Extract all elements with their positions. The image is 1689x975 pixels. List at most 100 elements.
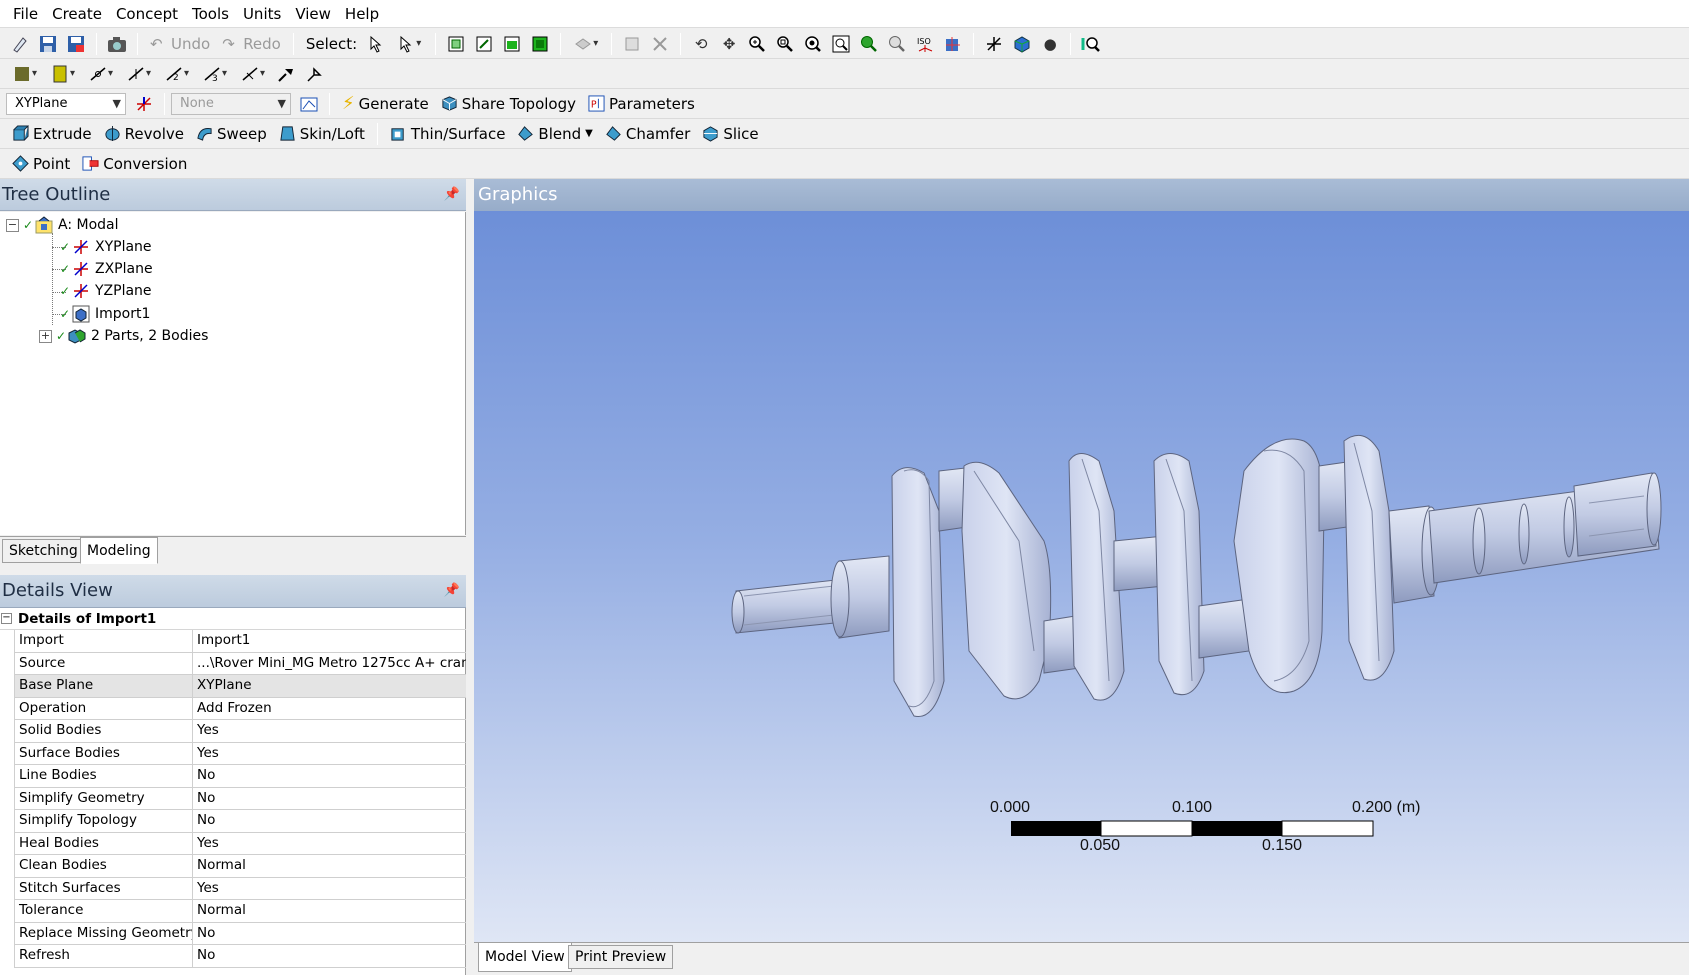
menu-help[interactable]: Help <box>338 0 386 28</box>
box-select-icon[interactable] <box>620 32 644 56</box>
details-row[interactable]: Solid Bodies Yes <box>14 720 466 743</box>
zoom-out-icon[interactable] <box>885 32 909 56</box>
details-row[interactable]: Heal Bodies Yes <box>14 832 466 855</box>
collapse-toggle-icon[interactable]: − <box>1 613 12 624</box>
tree-item-yzplane[interactable]: ✓ YZPlane <box>60 280 152 302</box>
details-row[interactable]: Surface Bodies Yes <box>14 742 466 765</box>
rotate-icon[interactable]: ⟲ <box>689 32 713 56</box>
details-row[interactable]: Replace Missing Geometry No <box>14 922 466 945</box>
zoom-icon[interactable] <box>745 32 769 56</box>
menu-create[interactable]: Create <box>45 0 109 28</box>
details-group-header[interactable]: − Details of Import1 <box>0 608 466 630</box>
extrude-button[interactable]: Extrude <box>6 121 98 147</box>
details-row-value[interactable]: Yes <box>193 878 466 900</box>
menu-file[interactable]: File <box>6 0 45 28</box>
save-icon[interactable] <box>36 32 60 56</box>
camera-icon[interactable] <box>105 32 129 56</box>
zoom-window-icon[interactable] <box>829 32 853 56</box>
point-button[interactable]: Point <box>6 151 76 177</box>
select-bodies-icon[interactable] <box>528 32 552 56</box>
collapse-toggle-icon[interactable]: − <box>6 218 19 232</box>
details-row[interactable]: Source ...\Rover Mini_MG Metro 1275cc A+ … <box>14 652 466 675</box>
menu-view[interactable]: View <box>288 0 338 28</box>
details-row[interactable]: Refresh No <box>14 945 466 968</box>
line-tool-2-dropdown[interactable] <box>122 62 156 86</box>
sketch-select[interactable]: None ▼ <box>171 92 291 115</box>
tab-modeling[interactable]: Modeling <box>80 537 158 564</box>
line-tool-3-dropdown[interactable]: 2 <box>160 62 194 86</box>
details-row-value[interactable]: Yes <box>193 720 466 742</box>
skin-loft-button[interactable]: Skin/Loft <box>273 121 371 147</box>
generate-button[interactable]: ⚡ Generate <box>336 91 435 117</box>
expand-toggle-icon[interactable]: + <box>39 329 52 343</box>
box-zoom-icon[interactable] <box>773 32 797 56</box>
point-dot-icon[interactable]: ● <box>1038 32 1062 56</box>
line-tool-1-dropdown[interactable] <box>84 62 118 86</box>
details-row[interactable]: Stitch Surfaces Yes <box>14 877 466 900</box>
tree-item-xyplane[interactable]: ✓ XYPlane <box>60 236 152 258</box>
select-mode-icon[interactable] <box>365 32 389 56</box>
menu-tools[interactable]: Tools <box>185 0 236 28</box>
details-row[interactable]: Import Import1 <box>14 630 466 653</box>
plane-select[interactable]: XYPlane ▼ <box>6 92 126 115</box>
thin-surface-button[interactable]: Thin/Surface <box>384 121 512 147</box>
slice-button[interactable]: Slice <box>696 121 764 147</box>
flag-tool-icon[interactable] <box>302 62 326 86</box>
details-row[interactable]: Simplify Topology No <box>14 810 466 833</box>
details-row-value[interactable]: ...\Rover Mini_MG Metro 1275cc A+ crank: <box>193 653 466 675</box>
revolve-button[interactable]: Revolve <box>98 121 190 147</box>
details-row-value[interactable]: No <box>193 765 466 787</box>
pin-tool-icon[interactable] <box>274 62 298 86</box>
details-row[interactable]: Simplify Geometry No <box>14 787 466 810</box>
details-row-value[interactable]: Yes <box>193 833 466 855</box>
sweep-button[interactable]: Sweep <box>190 121 273 147</box>
tree-item-parts-bodies[interactable]: + ✓ 2 Parts, 2 Bodies <box>39 325 208 347</box>
select-type-dropdown[interactable] <box>393 32 427 56</box>
save-as-icon[interactable] <box>64 32 88 56</box>
redo-button[interactable]: ↷ Redo <box>216 31 287 57</box>
triad-icon[interactable] <box>982 32 1006 56</box>
extend-selection-dropdown[interactable] <box>569 32 603 56</box>
display-model-icon[interactable] <box>1010 32 1034 56</box>
select-edges-icon[interactable] <box>472 32 496 56</box>
line-tool-4-dropdown[interactable]: 3 <box>198 62 232 86</box>
tab-sketching[interactable]: Sketching <box>2 539 85 563</box>
edge-color-dropdown[interactable] <box>46 62 80 86</box>
details-row[interactable]: Line Bodies No <box>14 765 466 788</box>
details-row[interactable]: Clean Bodies Normal <box>14 855 466 878</box>
share-topology-button[interactable]: Share Topology <box>435 91 582 117</box>
iso-view-icon[interactable]: ISO <box>913 32 937 56</box>
panel-splitter[interactable] <box>466 179 474 975</box>
chamfer-button[interactable]: Chamfer <box>599 121 696 147</box>
zoom-fit-icon[interactable] <box>801 32 825 56</box>
details-row-value[interactable]: No <box>193 945 466 967</box>
tree-item-zxplane[interactable]: ✓ ZXPlane <box>60 258 153 280</box>
display-plane-icon[interactable] <box>941 32 965 56</box>
pan-icon[interactable]: ✥ <box>717 32 741 56</box>
face-color-dropdown[interactable] <box>8 62 42 86</box>
details-row-value[interactable]: XYPlane <box>193 675 466 697</box>
line-tool-5-dropdown[interactable] <box>236 62 270 86</box>
graphics-viewport[interactable]: 0.000 0.100 0.200 (m) 0.050 0.150 <box>474 211 1689 942</box>
parameters-button[interactable]: P Parameters <box>582 91 701 117</box>
tab-print-preview[interactable]: Print Preview <box>568 945 674 969</box>
details-row-value[interactable]: No <box>193 923 466 945</box>
zoom-in-icon[interactable] <box>857 32 881 56</box>
details-row-value[interactable]: Normal <box>193 900 466 922</box>
new-sketch-icon[interactable] <box>297 92 321 116</box>
box-select-2-icon[interactable] <box>648 32 672 56</box>
details-row-value[interactable]: No <box>193 788 466 810</box>
tab-model-view[interactable]: Model View <box>478 943 572 972</box>
conversion-button[interactable]: Conversion <box>76 151 193 177</box>
details-row-value[interactable]: Add Frozen <box>193 698 466 720</box>
blend-button[interactable]: Blend ▼ <box>511 121 598 147</box>
details-row[interactable]: Base Plane XYPlane <box>14 675 466 698</box>
pin-icon[interactable]: 📌 <box>444 575 460 607</box>
undo-button[interactable]: ↶ Undo <box>144 31 216 57</box>
pin-icon[interactable]: 📌 <box>444 179 460 211</box>
select-points-icon[interactable] <box>444 32 468 56</box>
details-row-value[interactable]: Normal <box>193 855 466 877</box>
menu-concept[interactable]: Concept <box>109 0 185 28</box>
new-icon[interactable] <box>8 32 32 56</box>
select-faces-icon[interactable] <box>500 32 524 56</box>
